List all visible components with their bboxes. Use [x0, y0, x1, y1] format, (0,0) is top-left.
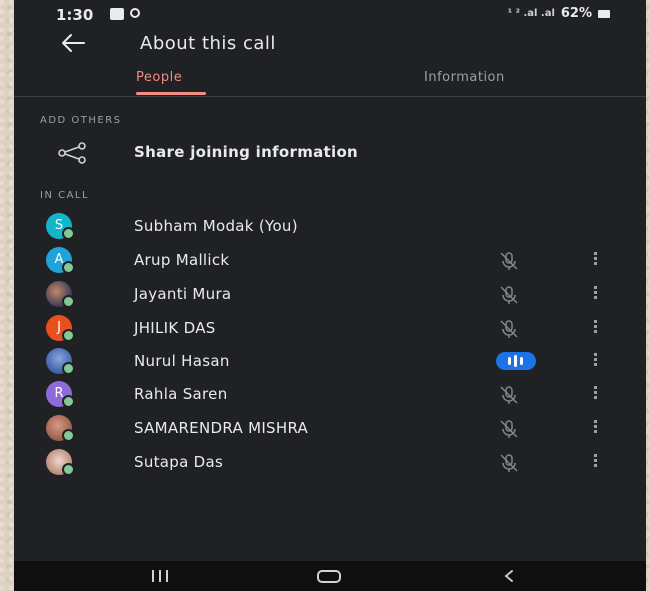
status-notification-icons [110, 8, 140, 20]
online-dot [62, 429, 75, 442]
participant-name: Jayanti Mura [134, 285, 232, 303]
participant-name: Sutapa Das [134, 453, 224, 471]
more-options-icon[interactable] [590, 285, 600, 303]
participant-name: Rahla Saren [134, 385, 228, 403]
more-options-icon[interactable] [590, 419, 600, 437]
avatar [46, 281, 75, 308]
tab-information[interactable]: Information [424, 70, 505, 85]
avatar: A [46, 247, 75, 274]
active-tab-indicator [136, 92, 206, 95]
participant-row[interactable]: Nurul Hasan [14, 346, 646, 376]
more-options-icon[interactable] [590, 319, 600, 337]
mic-off-icon [500, 386, 518, 404]
status-time: 1:30 [56, 6, 94, 24]
message-icon [110, 8, 124, 20]
participant-row[interactable]: S Subham Modak (You) [14, 211, 646, 241]
tab-bar: People Information [14, 66, 646, 97]
online-dot [62, 227, 75, 240]
system-nav-bar [14, 561, 646, 591]
mic-off-icon [500, 420, 518, 438]
online-dot [62, 395, 75, 408]
online-dot [62, 295, 75, 308]
online-dot [62, 329, 75, 342]
participant-name: Arup Mallick [134, 251, 230, 269]
speaking-indicator-icon [496, 352, 536, 370]
signal-icon: ¹ ² .al .al [507, 8, 555, 19]
avatar: R [46, 381, 75, 408]
online-dot [62, 362, 75, 375]
battery-icon [598, 9, 610, 18]
avatar: J [46, 315, 75, 342]
app-bar: About this call [14, 28, 646, 64]
share-icon [58, 142, 86, 164]
online-dot [62, 261, 75, 274]
participant-row[interactable]: Sutapa Das [14, 447, 646, 477]
phone-screen: 1:30 ¹ ² .al .al 62% About this call Peo… [14, 0, 646, 591]
avatar [46, 449, 75, 476]
nav-back-icon[interactable] [502, 569, 516, 583]
participant-row[interactable]: R Rahla Saren [14, 379, 646, 409]
in-call-header: IN CALL [40, 190, 90, 201]
participant-row[interactable]: A Arup Mallick [14, 245, 646, 275]
tab-people[interactable]: People [136, 70, 182, 85]
avatar-initial: J [57, 320, 61, 335]
status-right: ¹ ² .al .al 62% [508, 6, 610, 21]
home-icon[interactable] [317, 570, 341, 583]
page-title: About this call [140, 33, 276, 54]
more-options-icon[interactable] [590, 385, 600, 403]
share-joining-info-label: Share joining information [134, 143, 359, 161]
avatar: S [46, 213, 75, 240]
participant-name: Nurul Hasan [134, 352, 230, 370]
participant-row[interactable]: Jayanti Mura [14, 279, 646, 309]
participant-name: SAMARENDRA MISHRA [134, 419, 309, 437]
more-options-icon[interactable] [590, 453, 600, 471]
participant-name: Subham Modak (You) [134, 217, 298, 235]
mic-off-icon [500, 454, 518, 472]
participant-row[interactable]: J JHILIK DAS [14, 313, 646, 343]
mic-off-icon [500, 320, 518, 338]
battery-percent: 62% [560, 6, 592, 21]
mic-off-icon [500, 252, 518, 270]
status-bar: 1:30 ¹ ² .al .al 62% [14, 0, 646, 30]
participant-row[interactable]: SAMARENDRA MISHRA [14, 413, 646, 443]
recent-apps-icon[interactable] [152, 570, 168, 582]
share-joining-info-button[interactable]: Share joining information [14, 138, 646, 168]
participant-name: JHILIK DAS [134, 319, 216, 337]
avatar [46, 415, 75, 442]
back-arrow-icon[interactable] [60, 31, 86, 55]
add-others-header: ADD OTHERS [40, 115, 122, 126]
ring-icon [130, 8, 140, 18]
avatar [46, 348, 75, 375]
more-options-icon[interactable] [590, 251, 600, 269]
more-options-icon[interactable] [590, 352, 600, 370]
mic-off-icon [500, 286, 518, 304]
online-dot [62, 463, 75, 476]
